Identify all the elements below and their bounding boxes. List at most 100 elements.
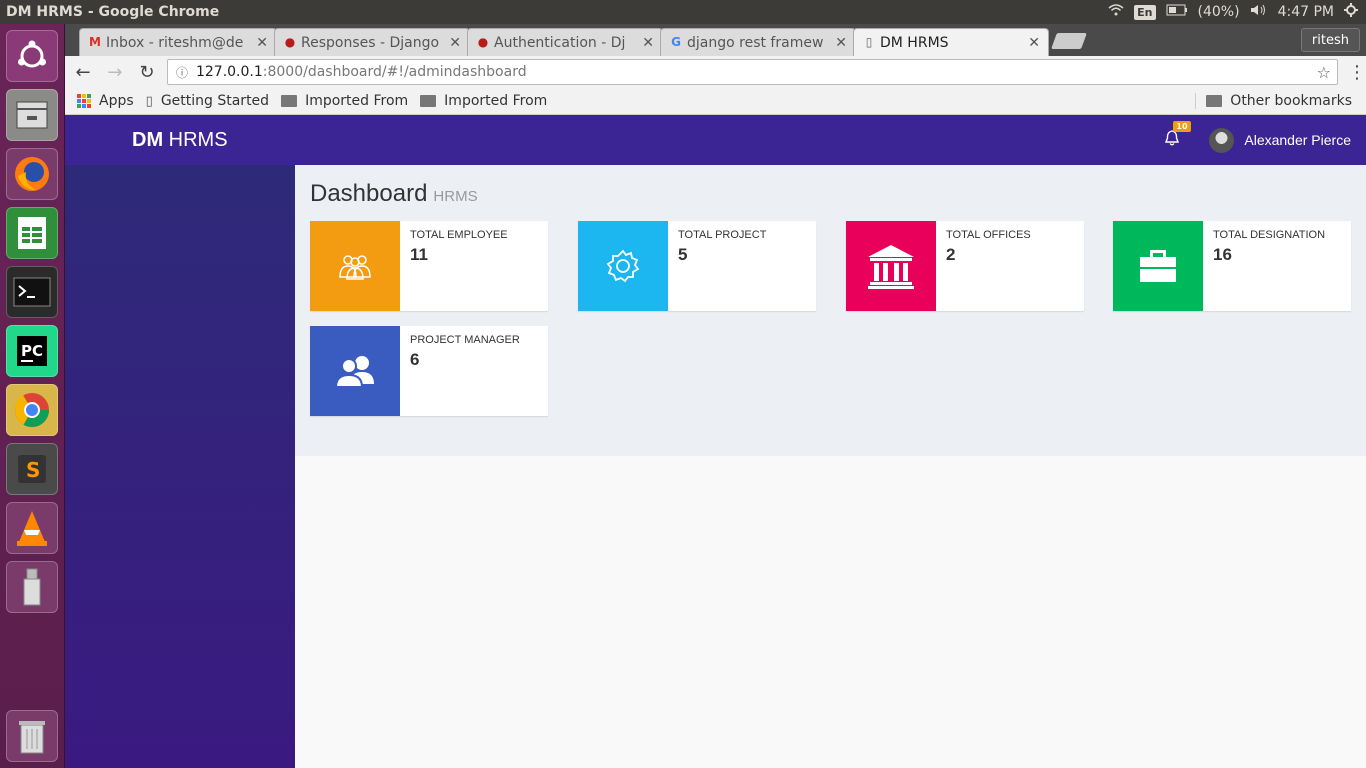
info-box-total-designation[interactable]: TOTAL DESIGNATION 16: [1113, 221, 1351, 311]
briefcase-icon: [1113, 221, 1203, 311]
battery-icon[interactable]: [1166, 4, 1188, 20]
info-box-value: 5: [678, 245, 688, 264]
browser-menu-icon[interactable]: ⋮: [1348, 62, 1366, 83]
close-tab-icon[interactable]: ✕: [256, 35, 268, 51]
info-box-project-manager[interactable]: PROJECT MANAGER 6: [310, 326, 548, 416]
firefox-icon[interactable]: [6, 148, 58, 200]
apps-grid-icon: [77, 94, 91, 108]
folder-icon: [281, 95, 298, 107]
bookmarks-bar: Apps ▯ Getting Started Imported From Imp…: [65, 88, 1366, 115]
page-footer-area: [295, 456, 1366, 768]
svg-text:S: S: [26, 458, 40, 482]
user-name[interactable]: Alexander Pierce: [1244, 132, 1351, 148]
bookmark-star-icon[interactable]: ☆: [1317, 63, 1331, 82]
close-tab-icon[interactable]: ✕: [835, 35, 847, 51]
bookmark-getting-started[interactable]: ▯ Getting Started: [146, 93, 269, 109]
url-path: :8000/dashboard/#!/admindashboard: [262, 64, 527, 80]
page-subtitle: HRMS: [433, 188, 478, 205]
bookmark-label: Apps: [99, 93, 134, 109]
clock[interactable]: 4:47 PM: [1278, 4, 1334, 20]
user-group-icon: [310, 326, 400, 416]
folder-icon: [1206, 95, 1223, 107]
notifications-button[interactable]: 10: [1165, 121, 1191, 150]
page-icon: ▯: [865, 35, 873, 49]
address-bar[interactable]: ⓘ 127.0.0.1:8000/dashboard/#!/admindashb…: [166, 59, 1339, 85]
libreoffice-calc-icon[interactable]: [6, 207, 58, 259]
info-box-value: 2: [946, 245, 956, 264]
url-host: 127.0.0.1: [195, 64, 263, 80]
keyboard-language[interactable]: En: [1134, 4, 1156, 20]
trash-icon[interactable]: [6, 710, 58, 762]
terminal-icon[interactable]: [6, 266, 58, 318]
pycharm-icon[interactable]: PC: [6, 325, 58, 377]
vlc-icon[interactable]: [6, 502, 58, 554]
info-box-value: 16: [1213, 245, 1232, 264]
brand-bold: DM: [132, 128, 164, 151]
tab-label: Authentication - Dj: [494, 34, 626, 51]
bookmark-label: Imported From: [305, 93, 409, 109]
svg-text:PC: PC: [21, 342, 43, 360]
notification-badge: 10: [1173, 121, 1191, 132]
bank-icon: [846, 221, 936, 311]
bookmark-label: Getting Started: [160, 93, 270, 109]
info-icon[interactable]: ⓘ: [176, 64, 188, 81]
info-box-label: TOTAL OFFICES: [946, 229, 1031, 241]
info-box-total-employee[interactable]: TOTAL EMPLOYEE 11: [310, 221, 548, 311]
chrome-icon[interactable]: [6, 384, 58, 436]
usb-drive-icon[interactable]: [6, 561, 58, 613]
unity-launcher: PC S: [0, 24, 65, 768]
info-box-label: TOTAL EMPLOYEE: [410, 229, 508, 241]
bookmark-imported-2[interactable]: Imported From: [420, 93, 547, 109]
close-tab-icon[interactable]: ✕: [642, 35, 654, 51]
tab-django-rest[interactable]: G django rest framew ✕: [660, 28, 856, 56]
sublime-text-icon[interactable]: S: [6, 443, 58, 495]
brand-logo[interactable]: DM HRMS: [132, 129, 228, 152]
info-box-label: TOTAL PROJECT: [678, 229, 767, 241]
battery-percent: (40%): [1197, 4, 1240, 20]
bookmark-label: Imported From: [444, 93, 548, 109]
info-box-value: 11: [410, 245, 428, 264]
dashboard-content: Dashboard HRMS TOTAL EMPLOYEE 11 TOTAL PR…: [295, 165, 1366, 456]
reload-icon[interactable]: ↻: [133, 58, 161, 86]
volume-icon[interactable]: [1250, 4, 1268, 20]
new-tab-button[interactable]: [1051, 33, 1087, 49]
tab-label: django rest framew: [687, 34, 824, 51]
profile-button[interactable]: ritesh: [1300, 28, 1360, 52]
bell-icon: [1165, 130, 1180, 146]
info-box-total-project[interactable]: TOTAL PROJECT 5: [578, 221, 816, 311]
info-box-total-offices[interactable]: TOTAL OFFICES 2: [846, 221, 1084, 311]
close-tab-icon[interactable]: ✕: [449, 35, 461, 51]
browser-tab-strip: M Inbox - riteshm@de ✕ ● Responses - Dja…: [65, 24, 1366, 56]
bookmark-apps[interactable]: Apps: [77, 93, 134, 109]
wifi-icon[interactable]: [1108, 4, 1124, 20]
back-arrow-icon[interactable]: ←: [69, 58, 97, 86]
bookmark-imported-1[interactable]: Imported From: [281, 93, 408, 109]
sidebar: [65, 165, 295, 768]
header-right: 10 Alexander Pierce: [1165, 121, 1351, 153]
info-box-value: 6: [410, 350, 420, 369]
forward-arrow-icon[interactable]: →: [101, 58, 129, 86]
files-icon[interactable]: [6, 89, 58, 141]
tab-responses[interactable]: ● Responses - Django ✕: [274, 28, 470, 56]
bookmark-label: Other bookmarks: [1230, 93, 1352, 109]
close-tab-icon[interactable]: ✕: [1028, 35, 1040, 51]
page-title: Dashboard HRMS: [310, 180, 478, 208]
brand-rest: HRMS: [163, 128, 228, 151]
bookmark-other[interactable]: Other bookmarks: [1195, 93, 1366, 109]
app-header: DM HRMS 10 Alexander Pierce: [65, 115, 1366, 165]
ubuntu-dash-icon[interactable]: [6, 30, 58, 82]
tab-label: Inbox - riteshm@de: [106, 34, 244, 51]
info-box-label: TOTAL DESIGNATION: [1213, 229, 1326, 241]
tab-inbox[interactable]: M Inbox - riteshm@de ✕: [79, 28, 277, 56]
avatar[interactable]: [1209, 127, 1235, 153]
tab-dm-hrms[interactable]: ▯ DM HRMS ✕: [853, 28, 1049, 56]
tab-authentication[interactable]: ● Authentication - Dj ✕: [467, 28, 663, 56]
settings-gear-icon[interactable]: [1344, 3, 1358, 21]
page-title-text: Dashboard: [310, 180, 428, 207]
browser-toolbar: ← → ↻ ⓘ 127.0.0.1:8000/dashboard/#!/admi…: [65, 56, 1366, 88]
gmail-icon: M: [89, 35, 101, 49]
tab-label: DM HRMS: [880, 34, 949, 51]
users-icon: [310, 221, 400, 311]
folder-icon: [420, 95, 437, 107]
page-icon: ▯: [145, 93, 153, 109]
